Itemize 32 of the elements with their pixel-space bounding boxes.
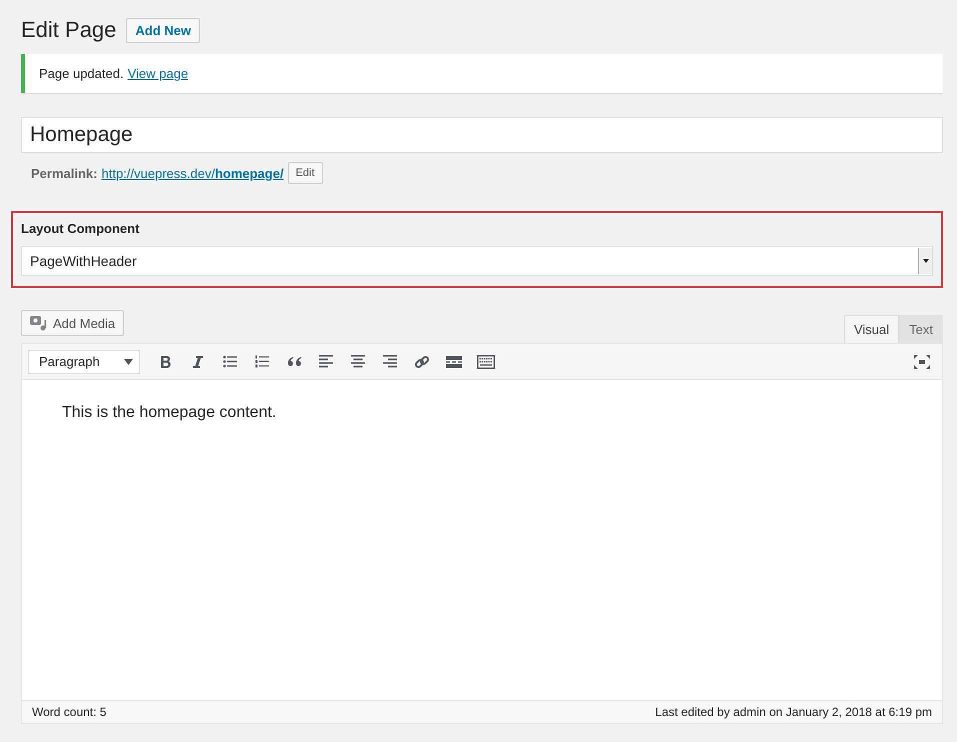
view-page-link[interactable]: View page xyxy=(128,66,188,81)
caret-icon xyxy=(124,358,133,364)
bold-icon xyxy=(160,354,172,368)
format-dropdown[interactable]: Paragraph xyxy=(28,350,140,374)
align-center-icon xyxy=(351,355,365,368)
notice-text: Page updated. xyxy=(39,66,124,81)
layout-component-label: Layout Component xyxy=(21,221,140,236)
media-icon xyxy=(30,315,48,331)
permalink-label: Permalink: xyxy=(31,166,98,180)
fullscreen-icon xyxy=(914,354,930,368)
editor-content[interactable]: This is the homepage content. xyxy=(22,380,942,700)
editor-tab[interactable]: Visual xyxy=(844,315,900,343)
numbered-list-icon xyxy=(255,355,269,368)
bullet-list-icon xyxy=(223,355,237,368)
caret-icon xyxy=(922,259,928,263)
quote-icon xyxy=(286,356,302,367)
page-title: Edit Page xyxy=(21,17,116,43)
permalink-link[interactable]: http://vuepress.dev/homepage/ xyxy=(101,166,284,180)
last-edited: Last edited by admin on January 2, 2018 at 6:19 pm xyxy=(655,705,932,719)
link-icon xyxy=(414,354,430,370)
keyboard-icon xyxy=(477,354,495,368)
editor-tab[interactable]: Text xyxy=(899,315,943,343)
layout-select[interactable]: PageWithHeader xyxy=(21,246,933,276)
read-more-icon xyxy=(446,356,462,368)
edit-button[interactable]: Edit xyxy=(288,162,323,184)
add-media-button[interactable]: Add Media xyxy=(21,310,124,336)
add-new-button[interactable]: Add New xyxy=(126,18,200,42)
title-field[interactable]: Homepage xyxy=(21,117,943,153)
align-left-icon xyxy=(319,355,333,368)
italic-icon xyxy=(192,354,204,368)
word-count: Word count: 5 xyxy=(32,705,106,719)
align-right-icon xyxy=(383,355,397,368)
